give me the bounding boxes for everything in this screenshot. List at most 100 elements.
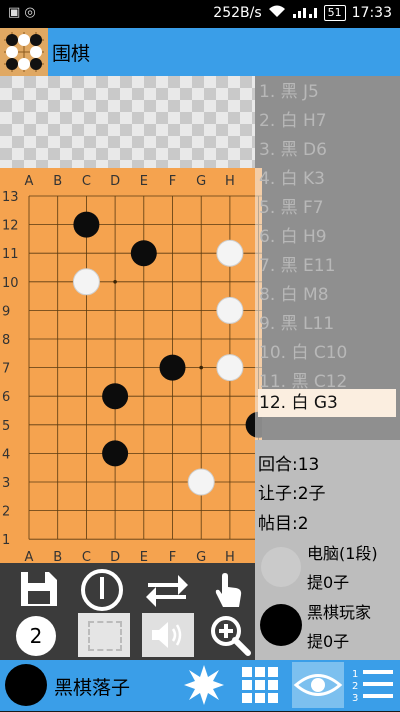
eye-icon <box>293 674 343 696</box>
toolbar: 2 <box>0 563 255 660</box>
column-label: F <box>169 550 176 563</box>
swap-icon[interactable] <box>144 571 190 609</box>
column-label: E <box>140 174 148 189</box>
grid-icon <box>242 667 278 703</box>
row-label: 5 <box>2 419 10 434</box>
status-bar: ▣ ◎ 252B/s 51 17:33 <box>0 0 400 28</box>
row-label: 6 <box>2 390 10 405</box>
black-stone <box>73 211 100 238</box>
column-label: G <box>196 550 206 563</box>
row-label: 10 <box>2 276 19 291</box>
title-bar: 围棋 <box>0 28 400 76</box>
black-stone <box>102 383 129 410</box>
bottom-bar: 黑棋落子 1 2 3 <box>0 660 400 711</box>
move-item[interactable]: 7. 黑 E11 <box>258 252 396 280</box>
wifi-icon <box>268 4 286 22</box>
move-list[interactable]: 1. 黑 J5 2. 白 H7 3. 黑 D6 4. 白 K3 5. 黑 F7 … <box>255 76 400 440</box>
komi-label: 帖目:2 <box>258 514 309 534</box>
battery-icon: 51 <box>323 5 346 21</box>
column-label: G <box>196 174 206 189</box>
move-item-current[interactable]: 12. 白 G3 <box>258 389 396 417</box>
row-label: 7 <box>2 362 10 377</box>
svg-text:2: 2 <box>352 681 358 692</box>
clock: 17:33 <box>351 5 392 21</box>
white-stone <box>216 239 244 267</box>
burst-icon[interactable] <box>183 664 225 706</box>
star-point <box>199 365 203 370</box>
black-stone-icon <box>260 604 302 646</box>
touch-icon[interactable] <box>210 567 248 611</box>
computer-player-label: 电脑(1段) <box>307 544 378 563</box>
column-label: A <box>25 174 34 189</box>
player-captures: 提0子 <box>307 632 350 651</box>
column-label: E <box>140 550 148 563</box>
round-label: 回合:13 <box>258 455 320 475</box>
game-info-panel: 回合:13 让子:2子 帖目:2 电脑(1段) 提0子 黑棋玩家 提0子 <box>255 440 400 660</box>
move-item[interactable]: 10. 白 C10 <box>258 339 396 367</box>
black-stone <box>159 354 186 381</box>
column-label: H <box>225 174 235 189</box>
speaker-icon <box>152 622 182 648</box>
board-canvas[interactable]: A A B B C C D D E E F F G G H H 13 12 11 10 9 8 7 6 5 4 3 2 1 <box>0 168 262 563</box>
white-stone-icon <box>261 547 301 587</box>
column-label: H <box>225 550 235 563</box>
dashed-rect-icon <box>88 621 122 651</box>
svg-text:3: 3 <box>352 693 358 704</box>
move-item[interactable]: 5. 黑 F7 <box>258 194 396 222</box>
go-board[interactable]: A A B B C C D D E E F F G G H H 13 12 11 10 9 8 7 6 5 4 3 2 1 <box>0 168 262 563</box>
white-stone <box>72 268 100 296</box>
row-label: 13 <box>2 190 19 205</box>
sound-button[interactable] <box>142 613 194 657</box>
turn-indicator: 黑棋落子 <box>54 677 131 699</box>
move-item[interactable]: 1. 黑 J5 <box>258 78 396 106</box>
computer-captures: 提0子 <box>307 573 350 592</box>
star-point <box>113 280 117 284</box>
signal-icon <box>292 4 318 22</box>
column-label: D <box>110 550 120 563</box>
save-icon[interactable] <box>18 569 60 609</box>
row-label: 4 <box>2 447 10 462</box>
column-label: B <box>53 174 62 189</box>
move-item[interactable]: 4. 白 K3 <box>258 165 396 193</box>
notification-icons: ▣ ◎ <box>8 5 36 20</box>
move-numbers-button[interactable]: 1 2 3 <box>349 662 397 708</box>
column-label: F <box>169 174 176 189</box>
human-player-label: 黑棋玩家 <box>307 603 372 622</box>
white-stone <box>187 468 215 496</box>
move-item[interactable]: 8. 白 M8 <box>258 281 396 309</box>
numbered-list-icon: 1 2 3 <box>352 669 393 704</box>
row-label: 2 <box>2 505 10 520</box>
row-label: 8 <box>2 333 10 348</box>
zoom-in-icon[interactable] <box>208 613 252 657</box>
black-stone <box>102 440 129 467</box>
column-label: A <box>25 550 34 563</box>
svg-text:1: 1 <box>352 669 358 680</box>
column-label: C <box>82 174 91 189</box>
move-item[interactable]: 9. 黑 L11 <box>258 310 396 338</box>
white-stone <box>216 354 244 382</box>
row-label: 3 <box>2 476 10 491</box>
handicap-label: 让子:2子 <box>258 484 326 504</box>
row-label: 9 <box>2 304 10 319</box>
status-right: 252B/s 51 17:33 <box>213 4 392 22</box>
row-label: 12 <box>2 219 19 234</box>
column-label: D <box>110 174 120 189</box>
row-label: 11 <box>2 247 19 262</box>
white-stone <box>216 296 244 324</box>
view-toggle-button[interactable] <box>292 662 344 708</box>
hint-count-button[interactable]: 2 <box>16 616 56 656</box>
grid-button[interactable] <box>237 662 283 708</box>
move-item[interactable]: 3. 黑 D6 <box>258 136 396 164</box>
move-item[interactable]: 6. 白 H9 <box>258 223 396 251</box>
black-stone <box>130 240 157 267</box>
network-speed: 252B/s <box>213 5 262 21</box>
checker-background <box>0 76 255 168</box>
column-label: B <box>53 550 62 563</box>
row-label: 1 <box>2 533 10 548</box>
column-label: C <box>82 550 91 563</box>
select-region-button[interactable] <box>78 613 130 657</box>
app-logo-icon[interactable] <box>0 28 48 76</box>
turn-stone-icon <box>5 664 47 706</box>
power-icon[interactable] <box>80 568 124 612</box>
move-item[interactable]: 2. 白 H7 <box>258 107 396 135</box>
